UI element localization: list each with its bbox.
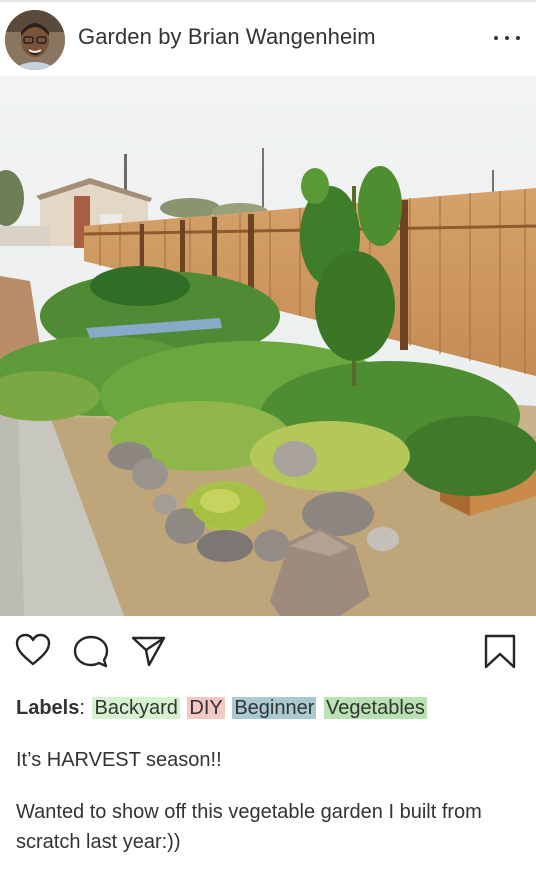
- post-title[interactable]: Garden by Brian Wangenheim: [78, 24, 376, 50]
- avatar-image: [5, 10, 65, 70]
- avatar[interactable]: [5, 10, 65, 70]
- caption-line-2: Wanted to show off this vegetable garden…: [16, 801, 482, 853]
- more-options-icon[interactable]: [494, 26, 520, 50]
- comment-bubble-icon[interactable]: [73, 634, 109, 675]
- paper-plane-icon[interactable]: [131, 634, 167, 675]
- label-tag-backyard[interactable]: Backyard: [92, 697, 180, 719]
- label-tag-diy[interactable]: DIY: [187, 697, 225, 719]
- bookmark-icon[interactable]: [484, 634, 516, 675]
- labels-separator: :: [79, 697, 85, 719]
- labels-line: Labels: Backyard DIY Beginner Vegetables: [16, 695, 427, 721]
- labels-heading: Labels: [16, 697, 80, 719]
- label-tag-beginner[interactable]: Beginner: [232, 697, 317, 719]
- heart-icon[interactable]: [14, 632, 52, 673]
- post-photo[interactable]: [0, 76, 536, 616]
- label-tag-vegetables[interactable]: Vegetables: [323, 697, 427, 719]
- post-header: Garden by Brian Wangenheim: [0, 2, 536, 76]
- action-bar: [0, 632, 536, 672]
- caption-line-1: It’s HARVEST season!!: [16, 749, 222, 771]
